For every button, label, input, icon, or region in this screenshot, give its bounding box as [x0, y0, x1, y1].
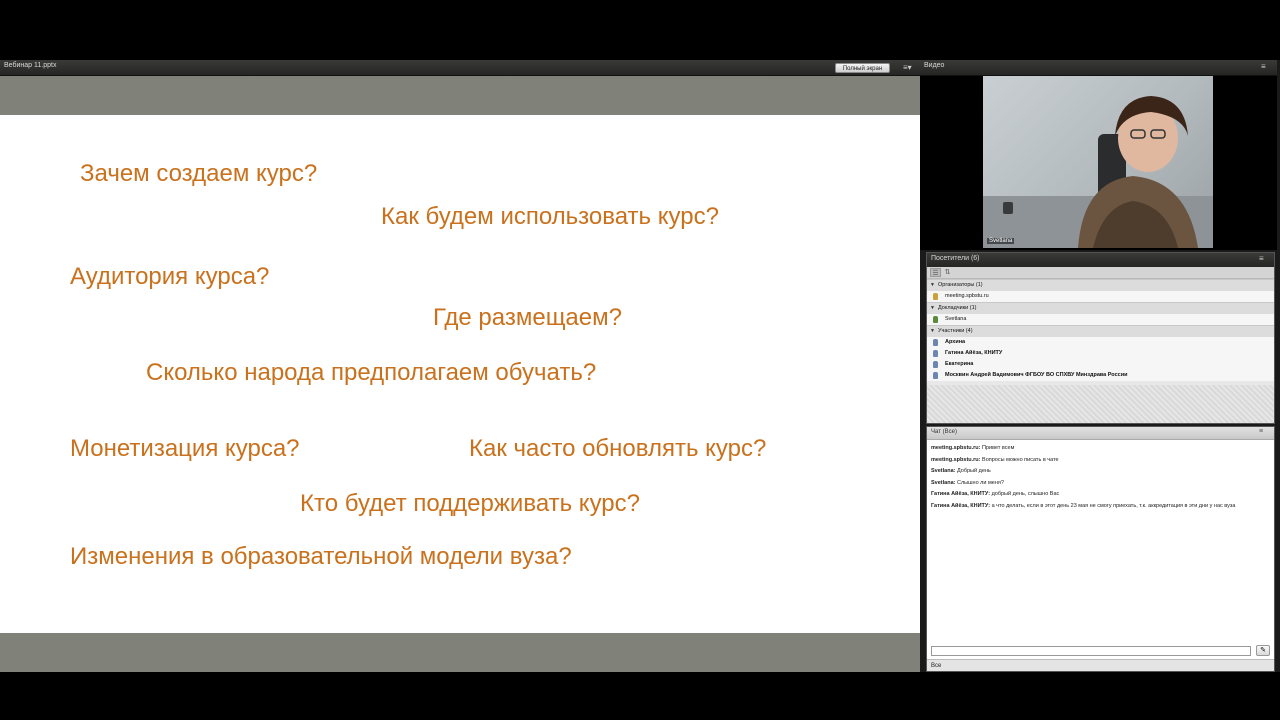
attendees-empty-area — [927, 385, 1274, 423]
attendee-row[interactable]: Гатина Айёза, КНИТУ — [927, 348, 1274, 359]
group-presenters[interactable]: ▼ Докладчики (1) — [927, 302, 1274, 314]
pod-menu-icon[interactable]: ≡ — [1261, 62, 1266, 71]
attendee-row[interactable]: Екатерина — [927, 359, 1274, 370]
group-participants[interactable]: ▼ Участники (4) — [927, 325, 1274, 337]
presentation-pod: Вебинар 11.pptx Полный экран ≡▾ Зачем со… — [0, 60, 920, 672]
right-column: Видео ≡ Svetlana Посетители (6) ≡ ☰ ⇅ ▼ … — [920, 60, 1280, 672]
pod-menu-icon[interactable]: ≡ — [1259, 254, 1264, 263]
attendees-count: (6) — [970, 255, 980, 262]
video-pod: Видео ≡ Svetlana — [920, 60, 1277, 250]
slide-line: Как часто обновлять курс? — [469, 435, 767, 462]
participant-icon — [933, 372, 938, 379]
participant-icon — [933, 339, 938, 346]
collapse-icon[interactable]: ▼ — [930, 280, 935, 291]
slide-line: Изменения в образовательной модели вуза? — [70, 543, 572, 570]
chat-message: Svetlana: Добрый день — [931, 468, 991, 474]
slide-line: Сколько народа предполагаем обучать? — [146, 359, 597, 386]
speaker-silhouette — [983, 96, 1213, 248]
participant-icon — [933, 361, 938, 368]
pod-menu-icon[interactable]: ≡ — [1259, 428, 1263, 435]
slide-line: Монетизация курса? — [70, 435, 300, 462]
participant-icon — [933, 350, 938, 357]
slide-line: Зачем создаем курс? — [80, 160, 318, 187]
chat-message: Svetlana: Слышно ли меня? — [931, 479, 1004, 486]
chat-message: Гатина Айёза, КНИТУ: добрый день, слышно… — [931, 491, 1060, 497]
chat-input[interactable] — [931, 646, 1251, 656]
speaker-name-label: Svetlana — [987, 238, 1015, 244]
attendee-row[interactable]: Архина — [927, 337, 1274, 348]
chat-send-button[interactable]: ✎ — [1256, 645, 1270, 656]
chat-title-label: Чат — [931, 429, 941, 435]
attendees-pod: Посетители (6) ≡ ☰ ⇅ ▼ Организаторы (1) … — [926, 252, 1275, 424]
attendees-title-label: Посетители — [931, 255, 969, 262]
presentation-file-name: Вебинар 11.pptx — [4, 62, 57, 69]
group-hosts[interactable]: ▼ Организаторы (1) — [927, 279, 1274, 291]
attendee-row[interactable]: Москвин Андрей Вадимович ФГБОУ ВО СПХВУ … — [927, 370, 1274, 381]
slide-line: Кто будет поддерживать курс? — [300, 490, 640, 517]
chat-scope: (Все) — [942, 429, 957, 435]
attendees-title: Посетители (6) — [931, 255, 980, 262]
list-view-icon[interactable]: ☰ — [930, 268, 941, 277]
pod-menu-icon[interactable]: ≡▾ — [903, 63, 912, 73]
chat-title: Чат (Все) — [931, 429, 957, 435]
slide-area: Зачем создаем курс? Как будем использова… — [0, 76, 920, 672]
status-view-icon[interactable]: ⇅ — [942, 268, 953, 277]
host-icon — [933, 293, 938, 300]
slide: Зачем создаем курс? Как будем использова… — [0, 115, 920, 633]
attendee-row[interactable]: meeting.spbstu.ru — [927, 291, 1274, 302]
video-pod-title: Видео — [924, 62, 945, 69]
attendees-list: ▼ Организаторы (1) meeting.spbstu.ru ▼ Д… — [927, 279, 1274, 381]
fullscreen-button[interactable]: Полный экран — [835, 63, 890, 73]
attendee-row[interactable]: Svetlana — [927, 314, 1274, 325]
collapse-icon[interactable]: ▼ — [930, 303, 935, 314]
chat-message: meeting.spbstu.ru: Привет всем — [931, 445, 1015, 451]
chat-recipient-selector[interactable]: Все — [927, 659, 1274, 671]
slide-line: Аудитория курса? — [70, 263, 270, 290]
slide-line: Где размещаем? — [433, 304, 622, 331]
attendees-titlebar: Посетители (6) ≡ — [927, 253, 1274, 267]
webcam-video: Svetlana — [983, 76, 1213, 248]
presenter-icon — [933, 316, 938, 323]
slide-line: Как будем использовать курс? — [381, 203, 719, 230]
chat-titlebar: Чат (Все) ≡ — [927, 427, 1274, 440]
send-icon: ✎ — [1260, 647, 1266, 654]
video-titlebar: Видео ≡ — [920, 60, 1277, 76]
presentation-titlebar: Вебинар 11.pptx Полный экран ≡▾ — [0, 60, 920, 76]
chat-pod: Чат (Все) ≡ meeting.spbstu.ru: Привет вс… — [926, 426, 1275, 672]
collapse-icon[interactable]: ▼ — [930, 326, 935, 337]
chat-messages: meeting.spbstu.ru: Привет всем meeting.s… — [931, 443, 1271, 512]
attendees-toolbar: ☰ ⇅ — [927, 267, 1274, 279]
chat-message: meeting.spbstu.ru: Вопросы можно писать … — [931, 456, 1059, 463]
chat-message: Гатина Айёза, КНИТУ: а что делать, если … — [931, 502, 1236, 509]
